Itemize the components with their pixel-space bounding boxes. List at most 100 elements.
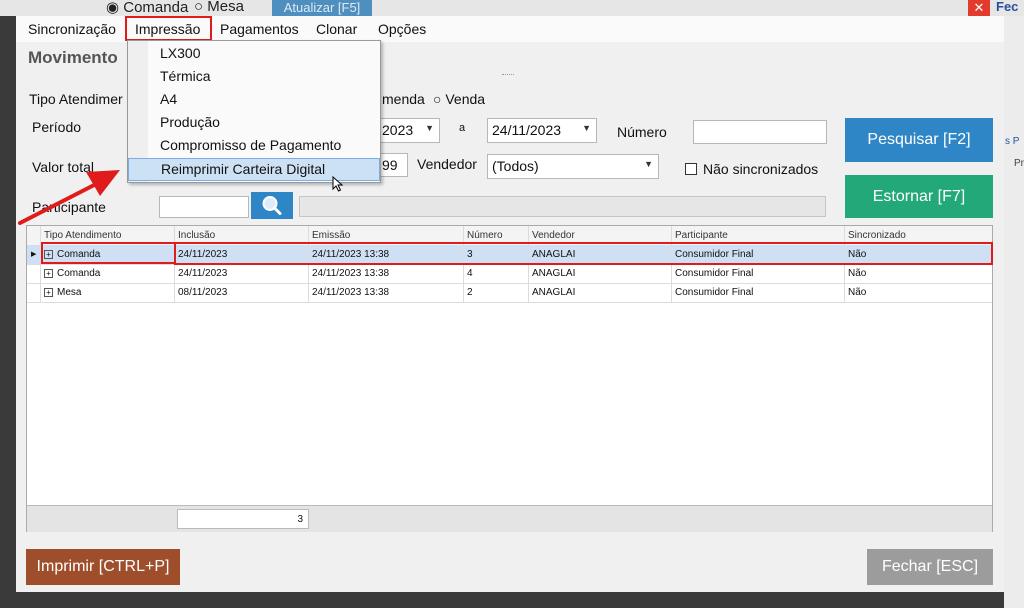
table-row[interactable]: + Mesa 08/11/2023 24/11/2023 13:38 2 ANAG… [27, 283, 992, 303]
cell-sincronizado: Não [848, 287, 867, 298]
cell-numero: 4 [464, 264, 529, 283]
movimento-grid: Tipo Atendimento Inclusão Emissão Número… [26, 225, 993, 532]
cell-participante: Consumidor Final [672, 264, 845, 283]
col-participante[interactable]: Participante [672, 226, 845, 245]
menu-clonar[interactable]: Clonar [316, 21, 357, 37]
vendedor-value: (Todos) [492, 158, 539, 174]
col-vendedor[interactable]: Vendedor [529, 226, 672, 245]
bg-radio-comanda: ◉ Comanda [106, 0, 189, 16]
col-tipo-atendimento[interactable]: Tipo Atendimento [41, 226, 175, 245]
col-emissao[interactable]: Emissão [309, 226, 464, 245]
chevron-down-icon[interactable]: ▼ [582, 123, 591, 133]
cell-emissao: 24/11/2023 13:38 [309, 283, 464, 302]
radio-venda[interactable]: ○ Venda [433, 91, 485, 107]
cell-inclusao: 08/11/2023 [175, 283, 309, 302]
menu-item-a4[interactable]: A4 [128, 88, 380, 111]
cell-vendedor: ANAGLAI [529, 283, 672, 302]
participante-lookup-display [299, 196, 826, 217]
cell-tipo: + Mesa [41, 283, 175, 302]
date-to-value: 24/11/2023 [492, 122, 562, 138]
table-row[interactable]: + Comanda 24/11/2023 24/11/2023 13:38 4 A… [27, 264, 992, 284]
valor-total-input[interactable]: 99 [378, 153, 408, 177]
vendedor-select[interactable]: (Todos) ▼ [487, 154, 659, 179]
window-title: Movimento [28, 48, 118, 67]
table-row[interactable]: ▶ + Comanda 24/11/2023 24/11/2023 13:38 3… [27, 245, 992, 265]
cell-inclusao: 24/11/2023 [175, 245, 309, 264]
grid-footer: 3 [27, 505, 992, 532]
cell-tipo-text: Mesa [57, 287, 82, 298]
col-inclusao[interactable]: Inclusão [175, 226, 309, 245]
cell-emissao: 24/11/2023 13:38 [309, 264, 464, 283]
chevron-down-icon[interactable]: ▼ [644, 159, 653, 169]
checkbox-icon[interactable] [685, 163, 697, 175]
valor-total-label: Valor total [32, 159, 94, 175]
tipo-atendimento-label: Tipo Atendimer [29, 91, 123, 107]
date-separator: a [459, 122, 466, 134]
background-window-strip: ◉ Comanda ○ Mesa Atualizar [F5] ✕ Fec [0, 0, 1024, 16]
periodo-label: Período [32, 119, 82, 135]
bg-update-button: Atualizar [F5] [272, 0, 372, 16]
menu-sincronizacao[interactable]: Sincronização [28, 21, 116, 37]
menu-item-termica[interactable]: Térmica [128, 65, 380, 88]
nao-sincronizados-label: Não sincronizados [703, 161, 819, 177]
cell-sincronizado: Não [848, 268, 867, 279]
cell-participante: Consumidor Final [672, 245, 845, 264]
cell-tipo: + Comanda [41, 264, 175, 283]
bg-fechar-label: Fec [996, 0, 1019, 14]
pesquisar-button[interactable]: Pesquisar [F2] [845, 118, 993, 162]
date-to-field[interactable]: 24/11/2023 ▼ [487, 118, 597, 143]
nao-sincronizados-checkbox[interactable]: Não sincronizados [685, 161, 818, 177]
row-indicator [27, 264, 41, 283]
menu-opcoes[interactable]: Opções [378, 21, 426, 37]
menu-item-producao[interactable]: Produção [128, 111, 380, 134]
grid-row-count: 3 [177, 509, 309, 529]
chevron-down-icon[interactable]: ▼ [425, 123, 434, 133]
cell-tipo-text: Comanda [57, 249, 101, 260]
cell-inclusao: 24/11/2023 [175, 264, 309, 283]
col-numero[interactable]: Número [464, 226, 529, 245]
cell-sincronizado: Não [848, 249, 867, 260]
cell-tipo: + Comanda [41, 245, 175, 264]
grid-header-row: Tipo Atendimento Inclusão Emissão Número… [27, 226, 992, 246]
row-indicator [27, 283, 41, 302]
cell-emissao: 24/11/2023 13:38 [309, 245, 464, 264]
participante-label: Participante [32, 199, 106, 215]
cell-tipo-text: Comanda [57, 268, 101, 279]
background-right-strip: s P Pr [1004, 16, 1024, 608]
numero-label: Número [617, 124, 667, 140]
bg-close-icon: ✕ [968, 0, 990, 16]
impressao-highlight-box [125, 16, 212, 41]
participante-input[interactable] [159, 196, 249, 218]
radio-comanda-label[interactable]: menda [382, 91, 425, 107]
participante-search-button[interactable] [251, 192, 293, 219]
date-from-value: 2023 [382, 122, 414, 138]
expand-icon[interactable]: + [44, 250, 53, 259]
impressao-dropdown-menu: LX300 Térmica A4 Produção Compromisso de… [127, 40, 381, 183]
row-indicator-icon: ▶ [27, 245, 41, 264]
expand-icon[interactable]: + [44, 269, 53, 278]
vendedor-label: Vendedor [417, 156, 477, 172]
mouse-cursor-icon [332, 176, 344, 192]
valor-total-value: 99 [382, 157, 398, 173]
col-sincronizado[interactable]: Sincronizado [845, 226, 992, 245]
imprimir-button[interactable]: Imprimir [CTRL+P] [26, 549, 180, 585]
grid-indicator-header [27, 226, 41, 245]
menu-bar: Sincronização Impressão Pagamentos Clona… [16, 16, 1004, 42]
cell-participante: Consumidor Final [672, 283, 845, 302]
menu-pagamentos[interactable]: Pagamentos [220, 21, 299, 37]
cell-numero: 2 [464, 283, 529, 302]
expand-icon[interactable]: + [44, 288, 53, 297]
cell-vendedor: ANAGLAI [529, 245, 672, 264]
estornar-button[interactable]: Estornar [F7] [845, 175, 993, 218]
numero-input[interactable] [693, 120, 827, 144]
cell-numero: 3 [464, 245, 529, 264]
bg-right-link-2: Pr [1014, 158, 1024, 169]
menu-item-compromisso-pagamento[interactable]: Compromisso de Pagamento [128, 134, 380, 157]
search-icon [262, 196, 282, 215]
fechar-button[interactable]: Fechar [ESC] [867, 549, 993, 585]
drag-grip [502, 74, 514, 75]
bg-right-link-1: s P [1005, 136, 1020, 147]
menu-item-lx300[interactable]: LX300 [128, 42, 380, 65]
date-from-field[interactable]: 2023 ▼ [378, 118, 440, 143]
cell-vendedor: ANAGLAI [529, 264, 672, 283]
